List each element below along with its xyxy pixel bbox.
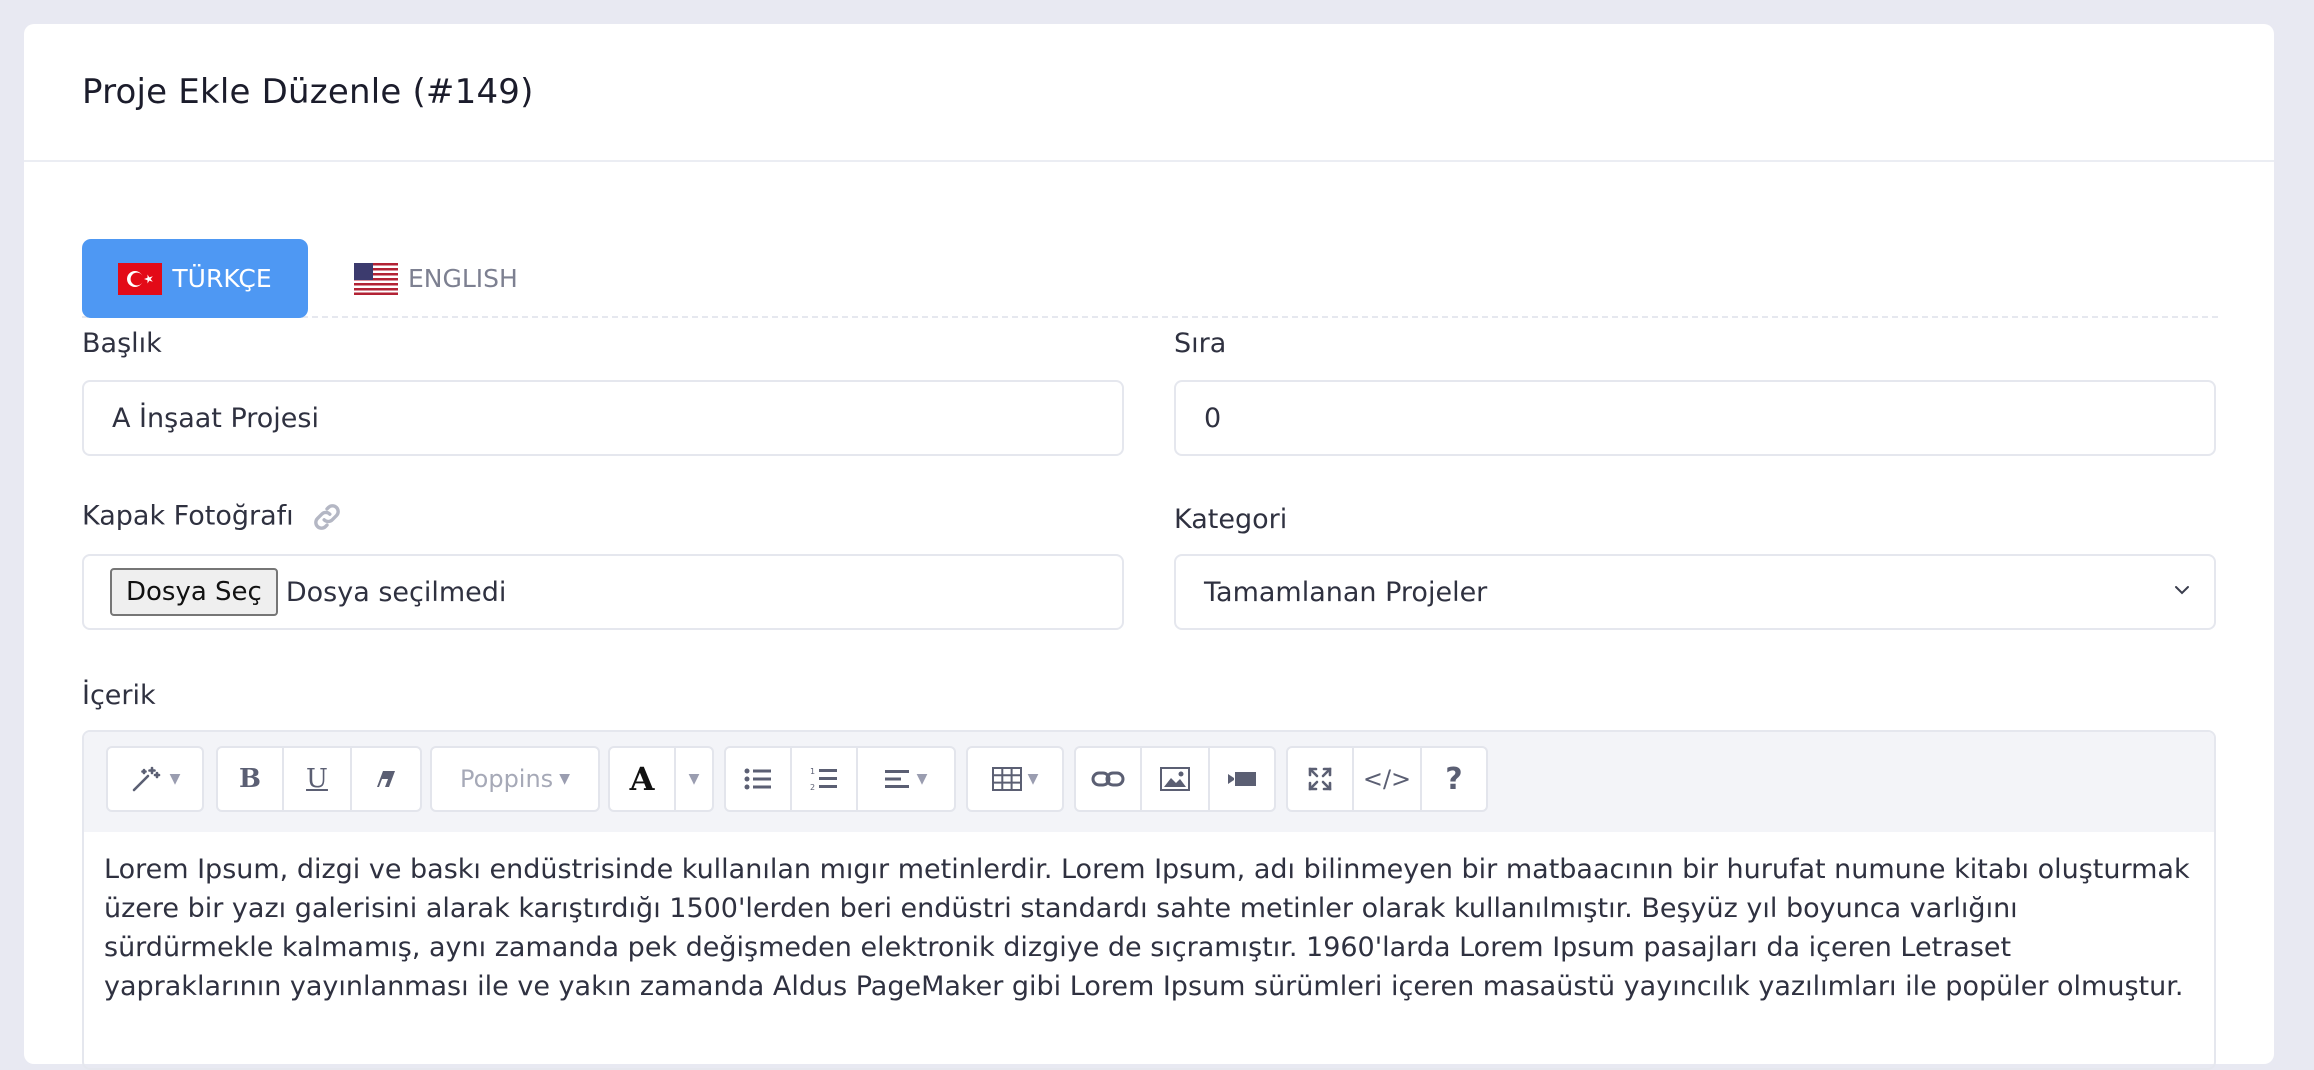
editor-toolbar: ▼ B U Poppins ▼ A ▼ 1 2 ▼ ▼ </> ? — [84, 732, 2214, 832]
insert-image-button[interactable] — [1142, 748, 1210, 810]
page-title: Proje Ekle Düzenle (#149) — [82, 72, 534, 112]
baslik-input[interactable]: A İnşaat Projesi — [82, 380, 1124, 456]
color-group: A ▼ — [608, 746, 714, 812]
usa-flag-icon — [354, 262, 398, 295]
tab-english[interactable]: ENGLISH — [354, 239, 518, 318]
bold-icon: B — [239, 764, 261, 794]
magic-wand-icon — [132, 766, 160, 792]
table-group: ▼ — [966, 746, 1064, 812]
insert-link-button[interactable] — [1076, 748, 1142, 810]
font-color-icon: A — [629, 760, 655, 798]
font-group: Poppins ▼ — [430, 746, 600, 812]
help-icon: ? — [1445, 761, 1463, 797]
editor-content[interactable]: Lorem Ipsum, dizgi ve baskı endüstrisind… — [84, 832, 2214, 1024]
bullet-list-icon — [744, 768, 771, 790]
expand-icon — [1308, 767, 1332, 791]
table-icon — [991, 767, 1022, 791]
ordered-list-button[interactable]: 1 2 — [792, 748, 858, 810]
kategori-label: Kategori — [1174, 504, 1288, 535]
choose-file-button[interactable]: Dosya Seç — [110, 568, 278, 616]
sira-label: Sıra — [1174, 328, 1227, 359]
magic-style-button[interactable]: ▼ — [108, 748, 202, 810]
sira-value: 0 — [1204, 402, 1222, 434]
underline-icon: U — [306, 764, 328, 794]
code-icon: </> — [1362, 765, 1412, 793]
insert-group — [1074, 746, 1276, 812]
style-group: ▼ — [106, 746, 204, 812]
list-group: 1 2 ▼ — [724, 746, 956, 812]
sira-input[interactable]: 0 — [1174, 380, 2216, 456]
tab-turkce[interactable]: TÜRKÇE — [82, 239, 308, 318]
code-view-button[interactable]: </> — [1354, 748, 1422, 810]
kategori-selected: Tamamlanan Projeler — [1204, 576, 1488, 608]
language-tabs: TÜRKÇE ENGLISH — [82, 216, 2218, 318]
fullscreen-button[interactable] — [1288, 748, 1354, 810]
align-button[interactable]: ▼ — [858, 748, 954, 810]
baslik-label: Başlık — [82, 328, 162, 359]
caret-down-icon: ▼ — [688, 771, 700, 787]
bold-button[interactable]: B — [218, 748, 284, 810]
svg-text:1: 1 — [810, 767, 815, 776]
view-group: </> ? — [1286, 746, 1488, 812]
font-family-select[interactable]: Poppins ▼ — [432, 748, 598, 810]
baslik-value: A İnşaat Projesi — [112, 402, 319, 434]
table-button[interactable]: ▼ — [968, 748, 1062, 810]
card-header: Proje Ekle Düzenle (#149) — [24, 24, 2274, 162]
eraser-icon — [377, 771, 395, 787]
link-icon[interactable] — [310, 500, 344, 534]
format-group: B U — [216, 746, 422, 812]
align-left-icon — [884, 770, 909, 788]
color-dropdown-button[interactable]: ▼ — [676, 748, 712, 810]
tab-turkce-label: TÜRKÇE — [172, 264, 272, 293]
numbered-list-icon: 1 2 — [810, 767, 837, 792]
chevron-down-icon — [2175, 586, 2189, 595]
kapak-file-field: Dosya Seç Dosya seçilmedi — [82, 554, 1124, 630]
help-button[interactable]: ? — [1422, 748, 1486, 810]
turkey-flag-icon — [118, 262, 163, 295]
unordered-list-button[interactable] — [726, 748, 792, 810]
icerik-label: İçerik — [82, 680, 156, 711]
tab-english-label: ENGLISH — [408, 264, 518, 293]
text-color-button[interactable]: A — [610, 748, 676, 810]
kapak-label: Kapak Fotoğrafı — [82, 500, 294, 532]
rich-text-editor: ▼ B U Poppins ▼ A ▼ 1 2 ▼ ▼ </> ? Lorem … — [82, 730, 2216, 1070]
svg-text:2: 2 — [810, 783, 815, 792]
insert-video-button[interactable] — [1210, 748, 1274, 810]
kapak-label-row: Kapak Fotoğrafı — [82, 500, 344, 534]
eraser-button[interactable] — [352, 748, 420, 810]
video-icon — [1228, 772, 1256, 786]
image-icon — [1160, 767, 1190, 791]
underline-button[interactable]: U — [284, 748, 352, 810]
link-icon — [1091, 771, 1125, 787]
kategori-select[interactable]: Tamamlanan Projeler — [1174, 554, 2216, 630]
font-family-value: Poppins — [460, 765, 554, 793]
file-status: Dosya seçilmedi — [285, 576, 507, 608]
